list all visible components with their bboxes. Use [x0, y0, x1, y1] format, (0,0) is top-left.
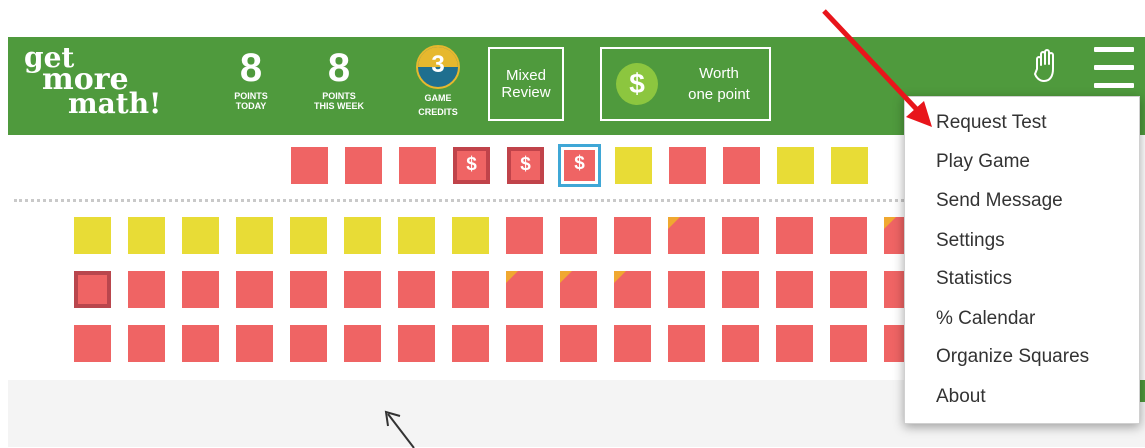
- yellow-square[interactable]: [128, 217, 165, 254]
- yellow-square[interactable]: [777, 147, 814, 184]
- red-square[interactable]: [614, 325, 651, 362]
- red-square[interactable]: [452, 325, 489, 362]
- red-square[interactable]: [830, 217, 867, 254]
- game-credits-label: GAME: [424, 93, 452, 103]
- yellow-square[interactable]: [452, 217, 489, 254]
- red-square[interactable]: [776, 271, 813, 308]
- red-square[interactable]: [614, 217, 651, 254]
- red-square[interactable]: [668, 325, 705, 362]
- points-week-label: POINTS: [322, 91, 356, 101]
- red-square[interactable]: [830, 325, 867, 362]
- red-square[interactable]: [614, 271, 651, 308]
- red-square[interactable]: [830, 271, 867, 308]
- red-square[interactable]: [722, 271, 759, 308]
- red-square[interactable]: [74, 325, 111, 362]
- dotted-divider: [14, 199, 904, 202]
- red-square[interactable]: [560, 271, 597, 308]
- points-today-value: 8: [239, 46, 263, 90]
- menu-item-percent-calendar[interactable]: % Calendar: [936, 307, 1035, 331]
- yellow-square[interactable]: [290, 217, 327, 254]
- red-square[interactable]: [506, 271, 543, 308]
- annotation-arrow-icon: [822, 9, 932, 127]
- yellow-square[interactable]: [831, 147, 868, 184]
- red-square[interactable]: [236, 271, 273, 308]
- red-square[interactable]: [291, 147, 328, 184]
- red-square[interactable]: [182, 271, 219, 308]
- red-square[interactable]: [290, 325, 327, 362]
- dollar-square[interactable]: $: [558, 144, 601, 187]
- points-week-value: 8: [327, 46, 351, 90]
- red-square[interactable]: [722, 217, 759, 254]
- corner-flag-icon: [884, 217, 896, 229]
- game-credits-label-2: CREDITS: [418, 107, 458, 117]
- red-square[interactable]: [452, 271, 489, 308]
- red-square[interactable]: [776, 217, 813, 254]
- hand-icon[interactable]: [1032, 49, 1060, 83]
- worth-line-2: one point: [688, 86, 750, 103]
- corner-flag-icon: [668, 217, 680, 229]
- yellow-square[interactable]: [74, 217, 111, 254]
- yellow-square[interactable]: [236, 217, 273, 254]
- game-credits-badge: 3: [416, 45, 460, 89]
- dropdown-menu: Request Test Play Game Send Message Sett…: [904, 96, 1140, 424]
- points-today-stat: 8 POINTS TODAY: [211, 45, 291, 111]
- points-today-label-2: TODAY: [235, 101, 267, 111]
- red-square[interactable]: [506, 217, 543, 254]
- red-square[interactable]: [345, 147, 382, 184]
- worth-one-point-box: $ Worth one point: [600, 47, 771, 121]
- red-square[interactable]: [344, 271, 381, 308]
- red-square[interactable]: [668, 217, 705, 254]
- menu-item-request-test[interactable]: Request Test: [936, 111, 1047, 135]
- red-square[interactable]: [399, 147, 436, 184]
- mouse-cursor-icon: [384, 410, 415, 448]
- points-today-label: POINTS: [234, 91, 268, 101]
- red-square[interactable]: [669, 147, 706, 184]
- red-square[interactable]: [722, 325, 759, 362]
- menu-item-play-game[interactable]: Play Game: [936, 150, 1030, 174]
- red-square[interactable]: [398, 325, 435, 362]
- mixed-review-label: Mixed Review: [501, 67, 551, 101]
- game-credits[interactable]: 3 GAME CREDITS: [408, 45, 468, 117]
- red-square[interactable]: [344, 325, 381, 362]
- red-square[interactable]: [668, 271, 705, 308]
- menu-item-statistics[interactable]: Statistics: [936, 267, 1012, 291]
- points-this-week-stat: 8 POINTS THIS WEEK: [299, 45, 379, 111]
- menu-item-send-message[interactable]: Send Message: [936, 189, 1063, 213]
- red-square[interactable]: [74, 271, 111, 308]
- dollar-coin-icon: $: [616, 63, 658, 105]
- corner-flag-icon: [560, 271, 572, 283]
- red-square[interactable]: [128, 325, 165, 362]
- worth-text: Worth one point: [674, 63, 764, 105]
- points-week-label-2: THIS WEEK: [313, 101, 364, 111]
- menu-item-settings[interactable]: Settings: [936, 229, 1005, 253]
- menu-item-organize-squares[interactable]: Organize Squares: [936, 345, 1089, 369]
- red-square[interactable]: [128, 271, 165, 308]
- worth-line-1: Worth: [699, 65, 739, 82]
- menu-item-about[interactable]: About: [936, 385, 986, 409]
- red-square[interactable]: [776, 325, 813, 362]
- red-square[interactable]: [398, 271, 435, 308]
- red-square[interactable]: [560, 325, 597, 362]
- get-more-math-logo: get more math!: [24, 44, 204, 131]
- mixed-review-button[interactable]: Mixed Review: [488, 47, 564, 121]
- red-square[interactable]: [560, 217, 597, 254]
- red-square[interactable]: [182, 325, 219, 362]
- corner-flag-icon: [614, 271, 626, 283]
- red-square[interactable]: [723, 147, 760, 184]
- dollar-square[interactable]: $: [507, 147, 544, 184]
- red-square[interactable]: [506, 325, 543, 362]
- yellow-square[interactable]: [182, 217, 219, 254]
- yellow-square[interactable]: [615, 147, 652, 184]
- dollar-square[interactable]: $: [453, 147, 490, 184]
- hamburger-menu-icon[interactable]: [1094, 45, 1134, 93]
- corner-flag-icon: [506, 271, 518, 283]
- yellow-square[interactable]: [398, 217, 435, 254]
- yellow-square[interactable]: [344, 217, 381, 254]
- red-square[interactable]: [236, 325, 273, 362]
- logo-text-math: math!: [68, 87, 162, 120]
- game-credits-value: 3: [431, 51, 445, 78]
- red-square[interactable]: [290, 271, 327, 308]
